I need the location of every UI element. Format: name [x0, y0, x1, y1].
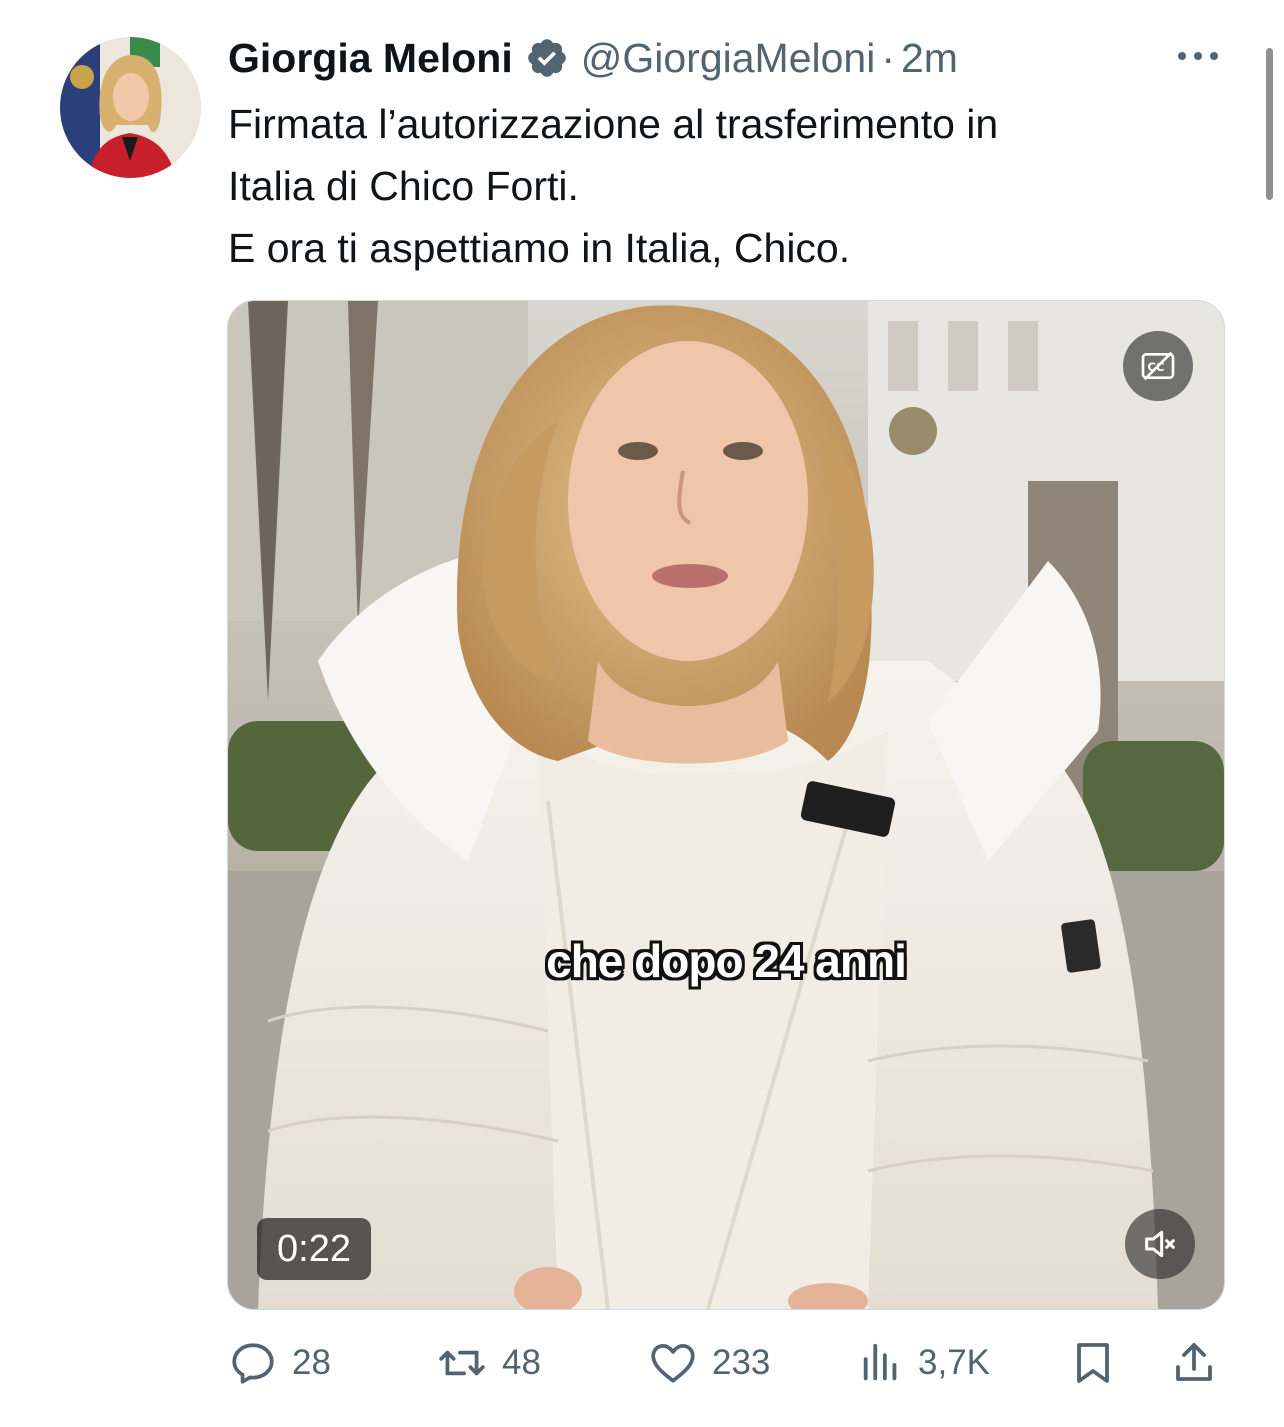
- bookmark-icon: [1077, 1343, 1109, 1383]
- tweet-text: Firmata l’autorizzazione al trasferiment…: [228, 93, 1228, 279]
- tweet-text-line: Firmata l’autorizzazione al trasferiment…: [228, 101, 999, 147]
- tweet-text-line: E ora ti aspettiamo in Italia, Chico.: [228, 225, 851, 271]
- author-handle[interactable]: @GiorgiaMeloni: [581, 35, 876, 82]
- tweet-text-line: Italia di Chico Forti.: [228, 163, 579, 209]
- views-button[interactable]: 3,7K: [858, 1330, 990, 1396]
- reply-icon: [232, 1343, 274, 1384]
- share-button[interactable]: [1170, 1330, 1232, 1396]
- repost-icon: [439, 1350, 485, 1376]
- tweet-header: Giorgia Meloni @GiorgiaMeloni · 2m: [228, 30, 958, 86]
- video-frame: [228, 301, 1224, 1309]
- like-button[interactable]: 233: [648, 1330, 770, 1396]
- reply-count: 28: [292, 1343, 331, 1382]
- more-options-icon[interactable]: [1174, 44, 1222, 68]
- heart-icon: [651, 1344, 695, 1383]
- like-count: 233: [712, 1343, 771, 1382]
- repost-button[interactable]: 48: [436, 1330, 541, 1396]
- avatar-image: [60, 37, 201, 178]
- scrollbar-thumb[interactable]: [1266, 48, 1273, 200]
- views-icon: [863, 1343, 897, 1381]
- video-player[interactable]: CC che dopo 24 anni 0:22: [227, 300, 1225, 1310]
- repost-count: 48: [502, 1343, 541, 1382]
- closed-captions-icon[interactable]: CC: [1123, 331, 1193, 401]
- share-icon: [1176, 1343, 1212, 1381]
- view-count: 3,7K: [918, 1343, 990, 1382]
- muted-speaker-icon[interactable]: [1125, 1209, 1195, 1279]
- bookmark-button[interactable]: [1069, 1330, 1131, 1396]
- verified-badge-icon: [525, 36, 569, 80]
- separator-dot: ·: [881, 34, 895, 81]
- tweet-action-bar: 28 48 233 3,7K: [0, 1330, 1284, 1400]
- video-duration: 0:22: [257, 1218, 371, 1280]
- tweet-timestamp[interactable]: 2m: [901, 35, 958, 82]
- author-name[interactable]: Giorgia Meloni: [228, 35, 513, 82]
- video-caption: che dopo 24 anni: [546, 935, 907, 987]
- reply-button[interactable]: 28: [228, 1330, 331, 1396]
- author-avatar[interactable]: [60, 37, 201, 178]
